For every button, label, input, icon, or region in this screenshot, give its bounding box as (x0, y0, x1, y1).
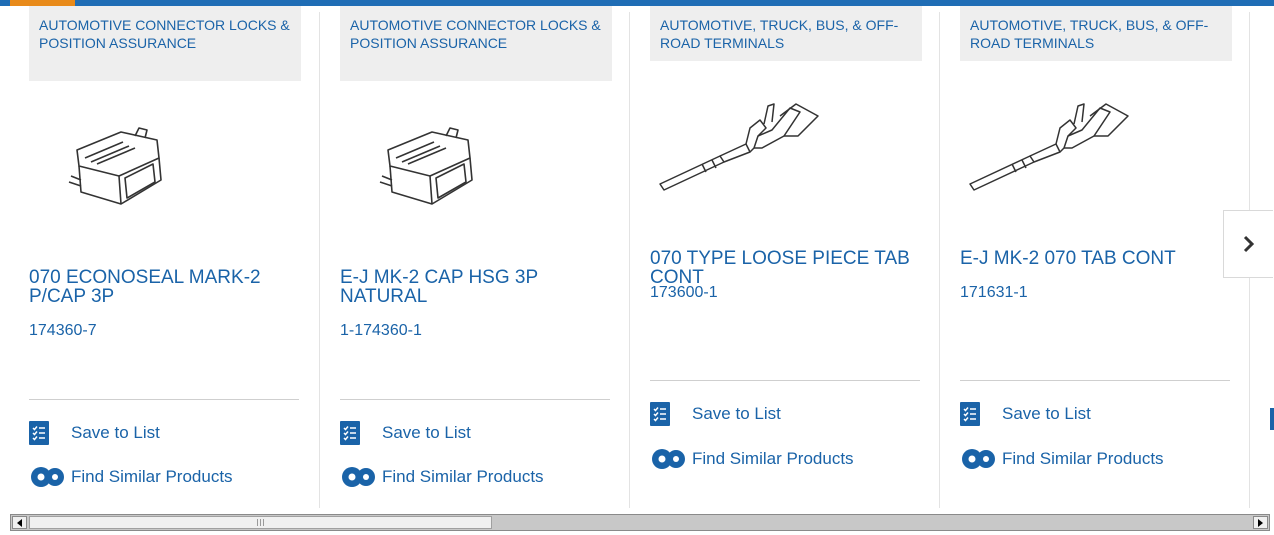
scroll-right-button[interactable] (1253, 516, 1268, 529)
save-to-list-label: Save to List (692, 404, 781, 423)
product-title-link[interactable]: E-J MK-2 070 TAB CONT (960, 249, 1230, 268)
connector-housing-image[interactable] (340, 118, 512, 218)
save-to-list-label: Save to List (1002, 404, 1091, 423)
part-number-link[interactable]: 173600-1 (650, 284, 718, 302)
product-card: AUTOMOTIVE CONNECTOR LOCKS & POSITION AS… (340, 6, 612, 506)
product-category[interactable]: AUTOMOTIVE CONNECTOR LOCKS & POSITION AS… (340, 6, 612, 81)
gears-icon (652, 449, 685, 469)
find-similar-label: Find Similar Products (1002, 449, 1164, 468)
product-title-link[interactable]: E-J MK-2 CAP HSG 3P NATURAL (340, 268, 610, 306)
checklist-icon (960, 402, 980, 426)
product-card: AUTOMOTIVE, TRUCK, BUS, & OFF-ROAD TERMI… (960, 6, 1232, 506)
save-to-list-label: Save to List (382, 423, 471, 442)
card-divider (960, 380, 1230, 381)
card-divider (650, 380, 920, 381)
terminal-image[interactable] (650, 98, 822, 198)
scrollbar-thumb[interactable] (29, 516, 492, 529)
product-card: AUTOMOTIVE, TRUCK, BUS, & OFF-ROAD TERMI… (650, 6, 922, 506)
grip-line (263, 519, 264, 526)
card-separator (629, 12, 630, 508)
find-similar-label: Find Similar Products (382, 467, 544, 486)
scrollbar-track[interactable] (10, 514, 1270, 531)
checklist-icon (29, 421, 49, 445)
product-title-link[interactable]: 070 ECONOSEAL MARK-2 P/CAP 3P (29, 268, 299, 306)
product-title-link[interactable]: 070 TYPE LOOSE PIECE TAB CONT (650, 249, 920, 287)
save-to-list-button[interactable]: Save to List (960, 401, 1091, 427)
arrow-left-icon (17, 518, 22, 527)
terminal-image[interactable] (960, 98, 1132, 198)
part-number-link[interactable]: 174360-7 (29, 322, 97, 340)
find-similar-label: Find Similar Products (692, 449, 854, 468)
product-card: AUTOMOTIVE CONNECTOR LOCKS & POSITION AS… (29, 6, 301, 506)
find-similar-products-button[interactable]: Find Similar Products (650, 446, 854, 472)
chevron-right-icon (1243, 235, 1254, 253)
part-number-link[interactable]: 171631-1 (960, 284, 1028, 302)
find-similar-products-button[interactable]: Find Similar Products (340, 464, 544, 490)
product-category[interactable]: AUTOMOTIVE, TRUCK, BUS, & OFF-ROAD TERMI… (650, 6, 922, 61)
part-number-link[interactable]: 1-174360-1 (340, 322, 422, 340)
find-similar-products-button[interactable]: Find Similar Products (29, 464, 233, 490)
carousel-next-button[interactable] (1223, 210, 1273, 278)
connector-housing-image[interactable] (29, 118, 201, 218)
product-carousel: AUTOMOTIVE CONNECTOR LOCKS & POSITION AS… (0, 6, 1274, 510)
gears-icon (342, 467, 375, 487)
product-category[interactable]: AUTOMOTIVE, TRUCK, BUS, & OFF-ROAD TERMI… (960, 6, 1232, 61)
horizontal-scrollbar[interactable] (6, 510, 1274, 535)
grip-line (260, 519, 261, 526)
checklist-icon (650, 402, 670, 426)
gears-icon (962, 449, 995, 469)
save-to-list-button[interactable]: Save to List (650, 401, 781, 427)
find-similar-products-button[interactable]: Find Similar Products (960, 446, 1164, 472)
card-separator (319, 12, 320, 508)
save-to-list-button[interactable]: Save to List (29, 420, 160, 446)
card-divider (29, 399, 299, 400)
card-divider (340, 399, 610, 400)
gears-icon (31, 467, 64, 487)
arrow-right-icon (1258, 518, 1263, 527)
scroll-left-button[interactable] (12, 516, 27, 529)
product-category[interactable]: AUTOMOTIVE CONNECTOR LOCKS & POSITION AS… (29, 6, 301, 81)
find-similar-label: Find Similar Products (71, 467, 233, 486)
grip-line (257, 519, 258, 526)
save-to-list-button[interactable]: Save to List (340, 420, 471, 446)
partial-card-edge (1270, 408, 1274, 430)
save-to-list-label: Save to List (71, 423, 160, 442)
card-separator (939, 12, 940, 508)
checklist-icon (340, 421, 360, 445)
